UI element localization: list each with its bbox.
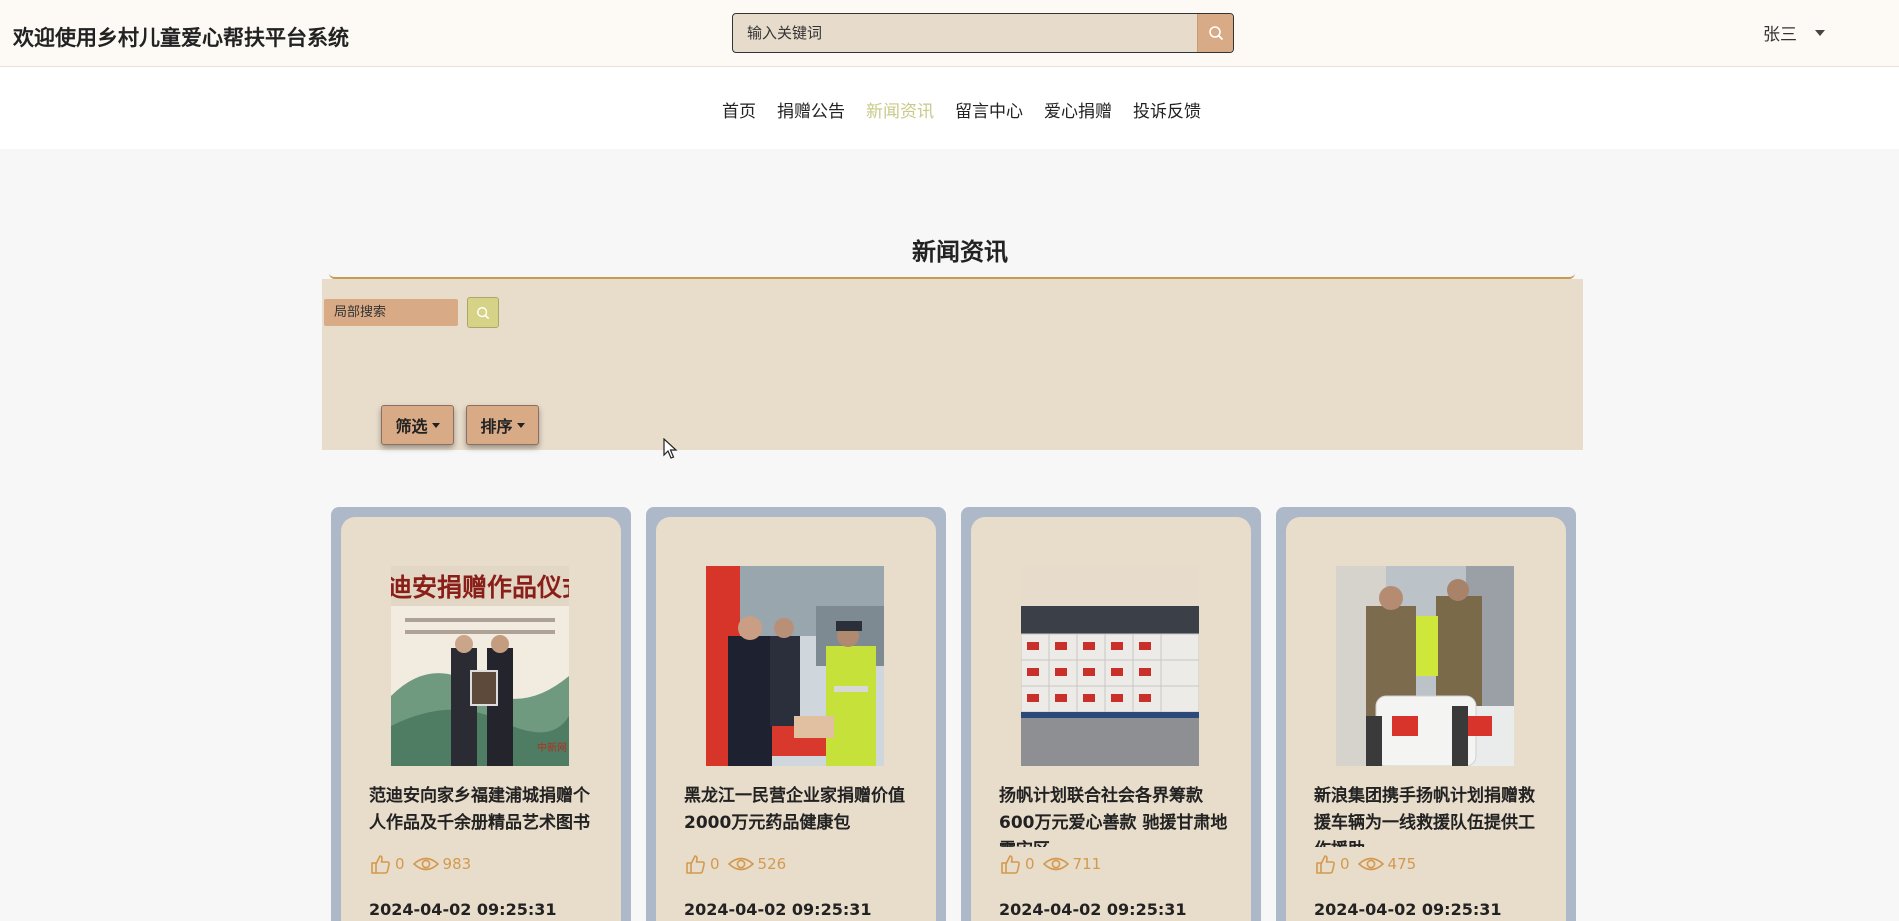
search-icon [477, 306, 490, 319]
thumbs-up-icon[interactable] [369, 853, 391, 875]
news-date: 2024-04-02 09:25:31 [1314, 900, 1502, 919]
news-card: 新浪集团携手扬帆计划捐赠救援车辆为一线救援队伍提供工作援助 0 475 2024… [1276, 507, 1576, 921]
news-title: 扬帆计划联合社会各界筹款600万元爱心善款 驰援甘肃地震灾区 [999, 786, 1228, 847]
news-date: 2024-04-02 09:25:31 [369, 900, 557, 919]
news-card-body[interactable]: 黑龙江一民营企业家捐赠价值2000万元药品健康包 0 526 2024-04-0… [656, 517, 936, 921]
news-image [1336, 566, 1514, 766]
main-nav: 首页 捐赠公告 新闻资讯 留言中心 爱心捐赠 投诉反馈 [722, 97, 1201, 122]
news-title: 范迪安向家乡福建浦城捐赠个人作品及千余册精品艺术图书 [369, 786, 590, 833]
news-card-body[interactable]: 迪安捐赠作品仪式 中新网 范迪安向家乡福建浦城捐赠个人作品及千余册精品艺术图书 … [341, 517, 621, 921]
user-name: 张三 [1763, 25, 1797, 45]
nav-donation-notice[interactable]: 捐赠公告 [777, 97, 845, 122]
like-count: 0 [395, 855, 405, 873]
news-stats: 0 983 [369, 853, 475, 875]
sort-dropdown-button[interactable]: 排序 [466, 405, 539, 445]
news-stats: 0 475 [1314, 853, 1420, 875]
nav-news[interactable]: 新闻资讯 [866, 97, 934, 122]
news-card-body[interactable]: 扬帆计划联合社会各界筹款600万元爱心善款 驰援甘肃地震灾区 0 711 202… [971, 517, 1251, 921]
news-card: 迪安捐赠作品仪式 中新网 范迪安向家乡福建浦城捐赠个人作品及千余册精品艺术图书 … [331, 507, 631, 921]
view-count: 983 [442, 855, 472, 873]
main-nav-bar: 首页 捐赠公告 新闻资讯 留言中心 爱心捐赠 投诉反馈 [0, 67, 1899, 149]
thumbs-up-icon[interactable] [684, 853, 706, 875]
like-count: 0 [1025, 855, 1035, 873]
local-search-button[interactable] [467, 297, 499, 328]
global-search [732, 13, 1234, 53]
nav-complaint-feedback[interactable]: 投诉反馈 [1133, 97, 1201, 122]
news-image: 迪安捐赠作品仪式 中新网 [391, 566, 569, 766]
eye-icon [1357, 857, 1384, 871]
news-card: 扬帆计划联合社会各界筹款600万元爱心善款 驰援甘肃地震灾区 0 711 202… [961, 507, 1261, 921]
news-image [1021, 566, 1199, 766]
news-stats: 0 711 [999, 853, 1105, 875]
view-count: 475 [1387, 855, 1417, 873]
filter-dropdown-button[interactable]: 筛选 [381, 405, 454, 445]
nav-message-center[interactable]: 留言中心 [955, 97, 1023, 122]
view-count: 526 [757, 855, 787, 873]
sort-label: 排序 [480, 417, 513, 436]
news-title: 新浪集团携手扬帆计划捐赠救援车辆为一线救援队伍提供工作援助 [1314, 786, 1535, 847]
news-stats: 0 526 [684, 853, 790, 875]
news-image-caption: 迪安捐赠作品仪式 [391, 573, 569, 602]
nav-home[interactable]: 首页 [722, 97, 756, 122]
news-card: 黑龙江一民营企业家捐赠价值2000万元药品健康包 0 526 2024-04-0… [646, 507, 946, 921]
news-card-body[interactable]: 新浪集团携手扬帆计划捐赠救援车辆为一线救援队伍提供工作援助 0 475 2024… [1286, 517, 1566, 921]
site-title: 欢迎使用乡村儿童爱心帮扶平台系统 [13, 26, 349, 50]
filter-panel: 筛选 排序 [322, 279, 1583, 450]
eye-icon [1042, 857, 1069, 871]
local-search-input[interactable] [324, 299, 458, 326]
like-count: 0 [710, 855, 720, 873]
user-menu[interactable]: 张三 [1763, 20, 1825, 45]
filter-label: 筛选 [395, 417, 428, 436]
thumbs-up-icon[interactable] [999, 853, 1021, 875]
search-icon [1208, 26, 1223, 41]
svg-text:中新网: 中新网 [537, 741, 567, 754]
thumbs-up-icon[interactable] [1314, 853, 1336, 875]
search-input[interactable] [733, 14, 1197, 52]
news-title: 黑龙江一民营企业家捐赠价值2000万元药品健康包 [684, 786, 905, 833]
eye-icon [412, 857, 439, 871]
news-image [706, 566, 884, 766]
like-count: 0 [1340, 855, 1350, 873]
caret-down-icon [431, 422, 440, 428]
top-header: 欢迎使用乡村儿童爱心帮扶平台系统 张三 [0, 0, 1899, 67]
caret-down-icon [516, 422, 525, 428]
news-date: 2024-04-02 09:25:31 [999, 900, 1187, 919]
news-date: 2024-04-02 09:25:31 [684, 900, 872, 919]
page-title: 新闻资讯 [912, 238, 1008, 266]
mouse-pointer-icon [663, 438, 678, 459]
caret-down-icon [1815, 29, 1825, 36]
search-button[interactable] [1197, 14, 1233, 52]
view-count: 711 [1072, 855, 1102, 873]
eye-icon [727, 857, 754, 871]
nav-love-donation[interactable]: 爱心捐赠 [1044, 97, 1112, 122]
